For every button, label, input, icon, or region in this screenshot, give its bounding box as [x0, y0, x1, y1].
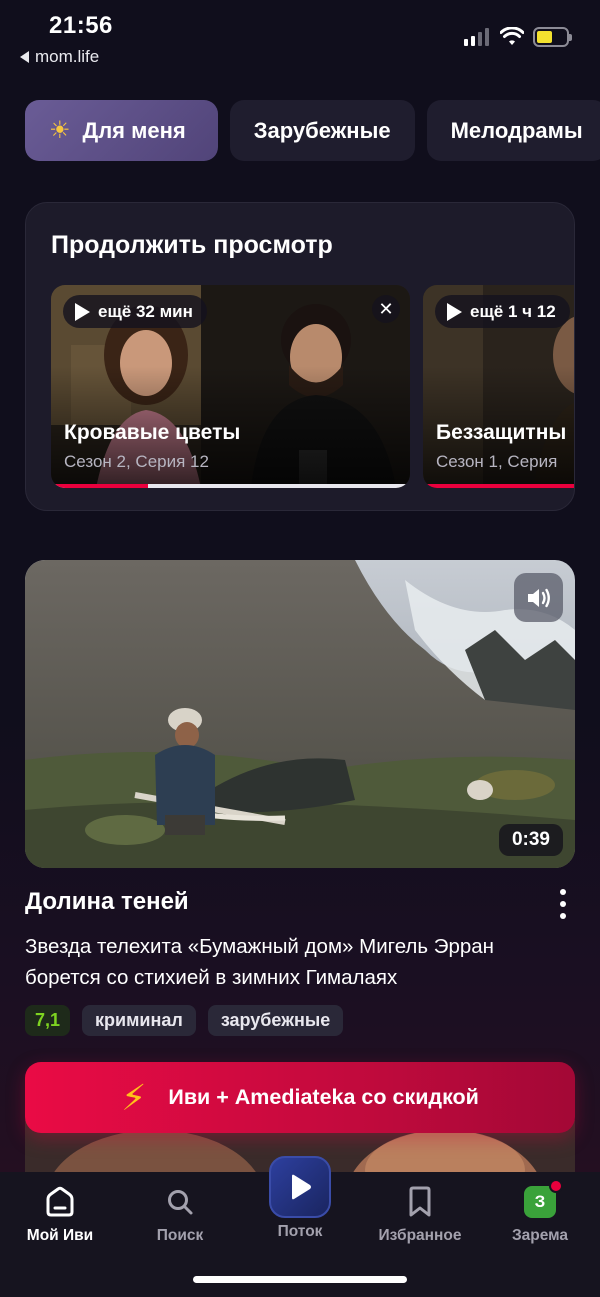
episode-subtitle: Сезон 1, Серия: [436, 452, 558, 471]
category-chips: ☀ Для меня Зарубежные Мелодрамы: [25, 100, 600, 161]
tab-label: Поиск: [156, 1227, 204, 1244]
remaining-time: ещё 32 мин: [98, 301, 193, 321]
featured-trailer[interactable]: 0:39: [25, 560, 575, 868]
speaker-icon: [527, 588, 550, 607]
genre-tag[interactable]: криминал: [82, 1005, 196, 1036]
play-icon: [447, 302, 462, 321]
continue-tile-1[interactable]: ещё 32 мин ✕ Кровавые цветы Сезон 2, Сер…: [51, 285, 410, 488]
trailer-duration: 0:39: [498, 824, 563, 856]
chip-for-me[interactable]: ☀ Для меня: [25, 100, 218, 161]
lightning-icon: ⚡: [121, 1076, 147, 1118]
movie-title[interactable]: Долина теней: [25, 888, 189, 916]
rating-badge: 7,1: [25, 1005, 71, 1036]
back-app-label: mom.life: [35, 47, 100, 66]
avatar: З: [524, 1179, 563, 1218]
promo-label: Иви + Amediateka со скидкой: [168, 1085, 479, 1109]
notification-dot: [549, 1179, 563, 1193]
chip-label: Зарубежные: [253, 117, 391, 143]
watch-progress-bar: [423, 484, 574, 488]
episode-title: Кровавые цветы: [64, 421, 241, 444]
continue-tile-2[interactable]: ещё 1 ч 12 Беззащитны Сезон 1, Серия: [423, 285, 574, 488]
episode-title: Беззащитны: [436, 421, 567, 444]
remaining-time-badge: ещё 32 мин: [63, 295, 207, 328]
chip-melodrama[interactable]: Мелодрамы: [426, 100, 600, 161]
tab-favorites[interactable]: Избранное: [360, 1184, 480, 1245]
tab-profile[interactable]: З Зарема: [480, 1179, 600, 1245]
chip-foreign[interactable]: Зарубежные: [229, 100, 415, 161]
chip-label: Мелодрамы: [450, 117, 583, 143]
app-screen: 21:56 mom.life ☀ Для меня Зарубежные Мел…: [0, 0, 600, 1297]
tab-label: Поток: [277, 1223, 323, 1240]
battery-icon: [533, 27, 572, 47]
tab-label: Зарема: [511, 1227, 569, 1244]
play-icon: [75, 302, 90, 321]
section-title: Продолжить просмотр: [51, 231, 333, 259]
wifi-icon: [500, 27, 524, 45]
back-to-app-link[interactable]: mom.life: [20, 47, 99, 67]
continue-watching-section: Продолжить просмотр ещё 32 мин ✕ Кровавы…: [25, 202, 575, 511]
more-options-icon[interactable]: [555, 889, 571, 919]
play-icon: [292, 1174, 311, 1200]
back-arrow-icon: [20, 51, 29, 63]
cellular-signal-icon: [464, 28, 489, 46]
movie-tags: 7,1 криминал зарубежные: [25, 1005, 344, 1036]
promo-subscription-button[interactable]: ⚡ Иви + Amediateka со скидкой: [25, 1062, 575, 1133]
avatar-letter: З: [534, 1192, 546, 1211]
genre-tag[interactable]: зарубежные: [207, 1005, 344, 1036]
home-icon: [46, 1186, 74, 1217]
chip-label: Для меня: [82, 117, 186, 143]
episode-subtitle: Сезон 2, Серия 12: [64, 452, 209, 471]
sound-toggle-button[interactable]: [514, 573, 563, 622]
tab-search[interactable]: Поиск: [120, 1184, 240, 1245]
tab-label: Избранное: [378, 1227, 462, 1244]
remaining-time: ещё 1 ч 12: [470, 301, 556, 321]
search-icon: [168, 1190, 193, 1215]
tab-label: Мой Иви: [26, 1227, 94, 1244]
watch-progress-bar: [51, 484, 410, 488]
movie-description: Звезда телехита «Бумажный дом» Мигель Эр…: [25, 935, 495, 989]
tab-my-ivi[interactable]: Мой Иви: [0, 1184, 120, 1245]
remaining-time-badge: ещё 1 ч 12: [435, 295, 570, 328]
sun-icon: ☀: [49, 117, 71, 144]
close-icon[interactable]: ✕: [372, 295, 400, 323]
bookmark-icon: [409, 1186, 431, 1217]
status-time: 21:56: [49, 12, 113, 39]
trailer-video: [25, 560, 575, 868]
tab-stream[interactable]: Поток: [240, 1156, 360, 1241]
home-indicator: [193, 1276, 407, 1283]
